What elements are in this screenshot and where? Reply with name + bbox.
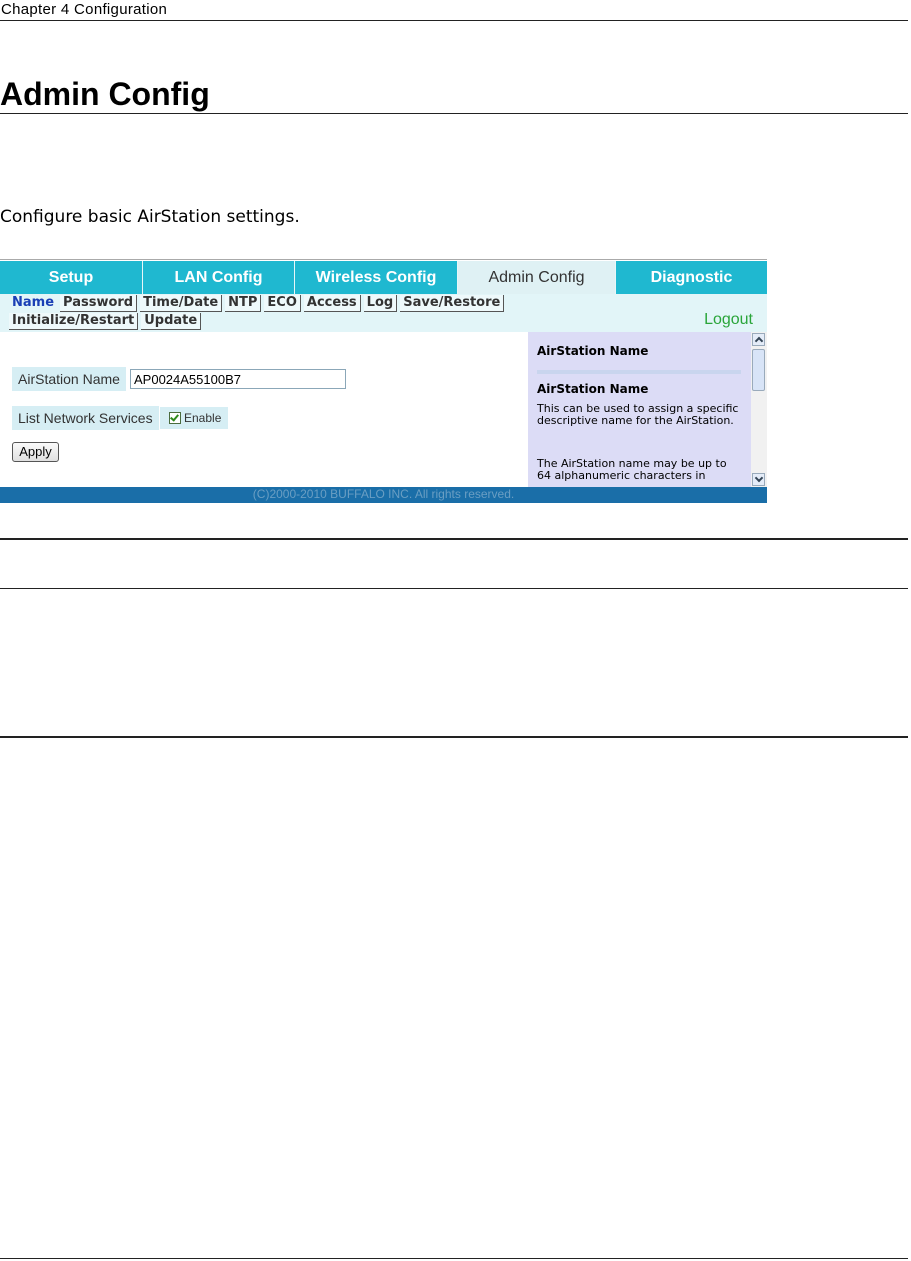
- airstation-name-input[interactable]: AP0024A55100B7: [130, 369, 346, 389]
- main-tabs: Setup LAN Config Wireless Config Admin C…: [0, 261, 767, 294]
- help-paragraph-2: The AirStation name may be up to 64 alph…: [537, 457, 727, 482]
- help-scrollbar[interactable]: [751, 332, 767, 487]
- chapter-header-text: Chapter 4 Configuration: [1, 1, 168, 18]
- title-rule: [0, 113, 908, 114]
- tab-lan-config[interactable]: LAN Config: [143, 261, 295, 294]
- logout-link[interactable]: Logout: [704, 311, 753, 329]
- help-heading: AirStation Name: [537, 344, 649, 358]
- scroll-down-arrow-icon[interactable]: [752, 473, 765, 486]
- subnav-name[interactable]: Name: [9, 295, 57, 311]
- help-panel: AirStation Name AirStation Name This can…: [528, 332, 751, 487]
- tab-diagnostic[interactable]: Diagnostic: [616, 261, 767, 294]
- subnav-row-1: Name Password Time/Date NTP ECO Access L…: [9, 295, 505, 312]
- subnav-initialize-restart[interactable]: Initialize/Restart: [9, 313, 139, 330]
- checkbox-checked-icon[interactable]: [169, 412, 181, 424]
- subnav-save-restore[interactable]: Save/Restore: [400, 295, 505, 312]
- tab-setup[interactable]: Setup: [0, 261, 143, 294]
- page-title: Admin Config: [0, 76, 210, 112]
- apply-button[interactable]: Apply: [12, 442, 59, 462]
- tab-wireless-config[interactable]: Wireless Config: [295, 261, 458, 294]
- subnav-eco[interactable]: ECO: [264, 295, 301, 312]
- help-paragraph-1: This can be used to assign a specific de…: [537, 402, 739, 427]
- subnav-password[interactable]: Password: [60, 295, 138, 312]
- tab-admin-config[interactable]: Admin Config: [458, 261, 616, 294]
- intro-text: Configure basic AirStation settings.: [0, 207, 300, 227]
- sub-navigation: Name Password Time/Date NTP ECO Access L…: [0, 294, 767, 332]
- subnav-update[interactable]: Update: [141, 313, 202, 330]
- table-rule-bottom: [0, 736, 908, 738]
- subnav-time-date[interactable]: Time/Date: [140, 295, 223, 312]
- subnav-ntp[interactable]: NTP: [225, 295, 262, 312]
- copyright-footer: (C)2000-2010 BUFFALO INC. All rights res…: [0, 487, 767, 503]
- table-rule-header: [0, 588, 908, 589]
- subnav-log[interactable]: Log: [363, 295, 398, 312]
- help-subheading: AirStation Name: [537, 382, 649, 396]
- airstation-name-label: AirStation Name: [12, 367, 126, 391]
- web-ui-screenshot: Setup LAN Config Wireless Config Admin C…: [0, 259, 767, 503]
- list-network-services-label: List Network Services: [12, 406, 159, 430]
- enable-label: Enable: [184, 411, 222, 425]
- scroll-up-arrow-icon[interactable]: [752, 333, 765, 346]
- chapter-header: Chapter 4 Configuration: [0, 0, 908, 21]
- enable-checkbox-cell[interactable]: Enable: [160, 407, 228, 429]
- help-separator: [537, 370, 741, 374]
- page-footer-rule: [0, 1258, 908, 1259]
- subnav-access[interactable]: Access: [303, 295, 361, 312]
- table-rule-top: [0, 538, 908, 540]
- subnav-row-2: Initialize/Restart Update: [9, 313, 202, 330]
- scroll-thumb[interactable]: [752, 349, 765, 391]
